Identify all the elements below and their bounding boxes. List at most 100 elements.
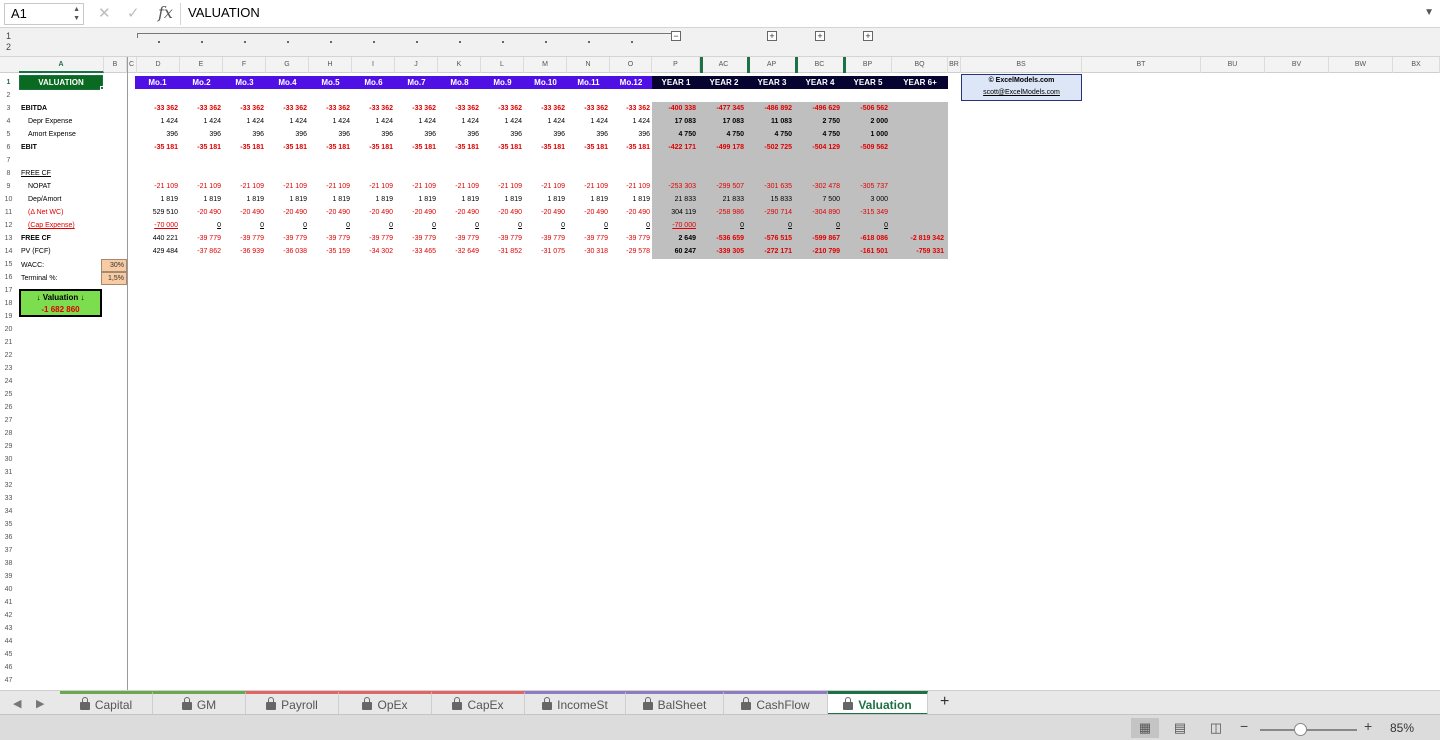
month-value-cell[interactable]: -21 109: [567, 180, 608, 193]
month-value-cell[interactable]: -39 779: [438, 232, 479, 245]
column-header[interactable]: BC: [796, 57, 844, 73]
expand-group-icon[interactable]: +: [863, 31, 873, 41]
month-value-cell[interactable]: -39 779: [352, 232, 393, 245]
year-value-cell[interactable]: 17 083: [700, 115, 744, 128]
year-value-cell[interactable]: -290 714: [748, 206, 792, 219]
confirm-icon[interactable]: ✓: [127, 4, 140, 22]
month-value-cell[interactable]: -35 181: [137, 141, 178, 154]
sheet-tab-capex[interactable]: CapEx: [432, 691, 525, 715]
year-value-cell[interactable]: -506 562: [844, 102, 888, 115]
month-value-cell[interactable]: 0: [567, 219, 608, 232]
column-header[interactable]: C: [127, 57, 137, 73]
column-header[interactable]: BU: [1201, 57, 1265, 73]
month-value-cell[interactable]: -21 109: [309, 180, 350, 193]
month-value-cell[interactable]: -20 490: [395, 206, 436, 219]
month-value-cell[interactable]: 1 819: [481, 193, 522, 206]
month-value-cell[interactable]: -32 649: [438, 245, 479, 258]
year-value-cell[interactable]: 0: [700, 219, 744, 232]
column-header[interactable]: G: [266, 57, 309, 73]
month-value-cell[interactable]: -33 362: [524, 102, 565, 115]
column-header[interactable]: BW: [1329, 57, 1393, 73]
month-value-cell[interactable]: 396: [610, 128, 650, 141]
column-header[interactable]: H: [309, 57, 352, 73]
month-value-cell[interactable]: 1 424: [481, 115, 522, 128]
sheet-tab-balsheet[interactable]: BalSheet: [626, 691, 724, 715]
month-value-cell[interactable]: 1 819: [266, 193, 307, 206]
year-value-cell[interactable]: -576 515: [748, 232, 792, 245]
sheet-tab-gm[interactable]: GM: [153, 691, 246, 715]
column-header[interactable]: AP: [748, 57, 796, 73]
column-header[interactable]: BS: [961, 57, 1082, 73]
valuation-result-box[interactable]: ↓ Valuation ↓ -1 682 860: [19, 289, 102, 317]
month-value-cell[interactable]: -39 779: [481, 232, 522, 245]
month-value-cell[interactable]: 1 819: [395, 193, 436, 206]
zoom-in-button[interactable]: +: [1364, 718, 1372, 734]
sheet-tab-capital[interactable]: Capital: [60, 691, 153, 715]
month-value-cell[interactable]: -21 109: [137, 180, 178, 193]
sheet-tab-payroll[interactable]: Payroll: [246, 691, 339, 715]
year-value-cell[interactable]: -161 501: [844, 245, 888, 258]
scroll-tabs-left-icon[interactable]: ◀: [13, 697, 21, 710]
month-value-cell[interactable]: -35 181: [309, 141, 350, 154]
year-value-cell[interactable]: -2 819 342: [892, 232, 944, 245]
year-value-cell[interactable]: -305 737: [844, 180, 888, 193]
month-value-cell[interactable]: -33 362: [309, 102, 350, 115]
month-value-cell[interactable]: 396: [137, 128, 178, 141]
month-value-cell[interactable]: -21 109: [481, 180, 522, 193]
month-value-cell[interactable]: -35 181: [567, 141, 608, 154]
month-value-cell[interactable]: -20 490: [266, 206, 307, 219]
month-value-cell[interactable]: -21 109: [266, 180, 307, 193]
month-value-cell[interactable]: 1 819: [524, 193, 565, 206]
year-value-cell[interactable]: -253 303: [652, 180, 696, 193]
month-value-cell[interactable]: 0: [438, 219, 479, 232]
year-value-cell[interactable]: 17 083: [652, 115, 696, 128]
month-value-cell[interactable]: -35 181: [481, 141, 522, 154]
month-value-cell[interactable]: -33 362: [180, 102, 221, 115]
expand-group-icon[interactable]: +: [815, 31, 825, 41]
month-value-cell[interactable]: 0: [610, 219, 650, 232]
column-header[interactable]: J: [395, 57, 438, 73]
month-value-cell[interactable]: -20 490: [180, 206, 221, 219]
column-header[interactable]: K: [438, 57, 481, 73]
month-value-cell[interactable]: -35 159: [309, 245, 350, 258]
month-value-cell[interactable]: -35 181: [352, 141, 393, 154]
column-header[interactable]: M: [524, 57, 567, 73]
month-value-cell[interactable]: -33 362: [137, 102, 178, 115]
month-value-cell[interactable]: -39 779: [610, 232, 650, 245]
wacc-input[interactable]: 30%: [101, 259, 127, 272]
column-header[interactable]: BQ: [892, 57, 948, 73]
month-value-cell[interactable]: -30 318: [567, 245, 608, 258]
month-value-cell[interactable]: -21 109: [223, 180, 264, 193]
year-value-cell[interactable]: 0: [748, 219, 792, 232]
year-value-cell[interactable]: -304 890: [796, 206, 840, 219]
year-value-cell[interactable]: 4 750: [748, 128, 792, 141]
month-value-cell[interactable]: -37 862: [180, 245, 221, 258]
credit-email-link[interactable]: scott@ExcelModels.com: [962, 87, 1081, 99]
month-value-cell[interactable]: 1 819: [567, 193, 608, 206]
outline-level-2-button[interactable]: 2: [6, 42, 11, 52]
column-header[interactable]: A: [19, 57, 104, 73]
column-header[interactable]: AC: [700, 57, 748, 73]
row-label[interactable]: (Cap Expense): [28, 219, 75, 232]
year-value-cell[interactable]: -258 986: [700, 206, 744, 219]
month-value-cell[interactable]: 396: [180, 128, 221, 141]
year-value-cell[interactable]: 4 750: [796, 128, 840, 141]
year-value-cell[interactable]: -422 171: [652, 141, 696, 154]
year-value-cell[interactable]: 21 833: [652, 193, 696, 206]
year-value-cell[interactable]: 11 083: [748, 115, 792, 128]
month-value-cell[interactable]: -31 075: [524, 245, 565, 258]
zoom-slider-thumb[interactable]: [1294, 723, 1307, 736]
month-value-cell[interactable]: 1 424: [438, 115, 479, 128]
column-header[interactable]: E: [180, 57, 223, 73]
month-value-cell[interactable]: 1 424: [524, 115, 565, 128]
year-value-cell[interactable]: -509 562: [844, 141, 888, 154]
month-value-cell[interactable]: -39 779: [266, 232, 307, 245]
month-value-cell[interactable]: -35 181: [180, 141, 221, 154]
column-header[interactable]: BR: [948, 57, 961, 73]
month-value-cell[interactable]: 1 424: [137, 115, 178, 128]
month-value-cell[interactable]: -33 362: [481, 102, 522, 115]
page-layout-view-icon[interactable]: ▤: [1166, 718, 1194, 738]
zoom-slider[interactable]: [1260, 729, 1357, 731]
month-value-cell[interactable]: -33 362: [438, 102, 479, 115]
free-cf-heading[interactable]: FREE CF: [21, 167, 51, 180]
